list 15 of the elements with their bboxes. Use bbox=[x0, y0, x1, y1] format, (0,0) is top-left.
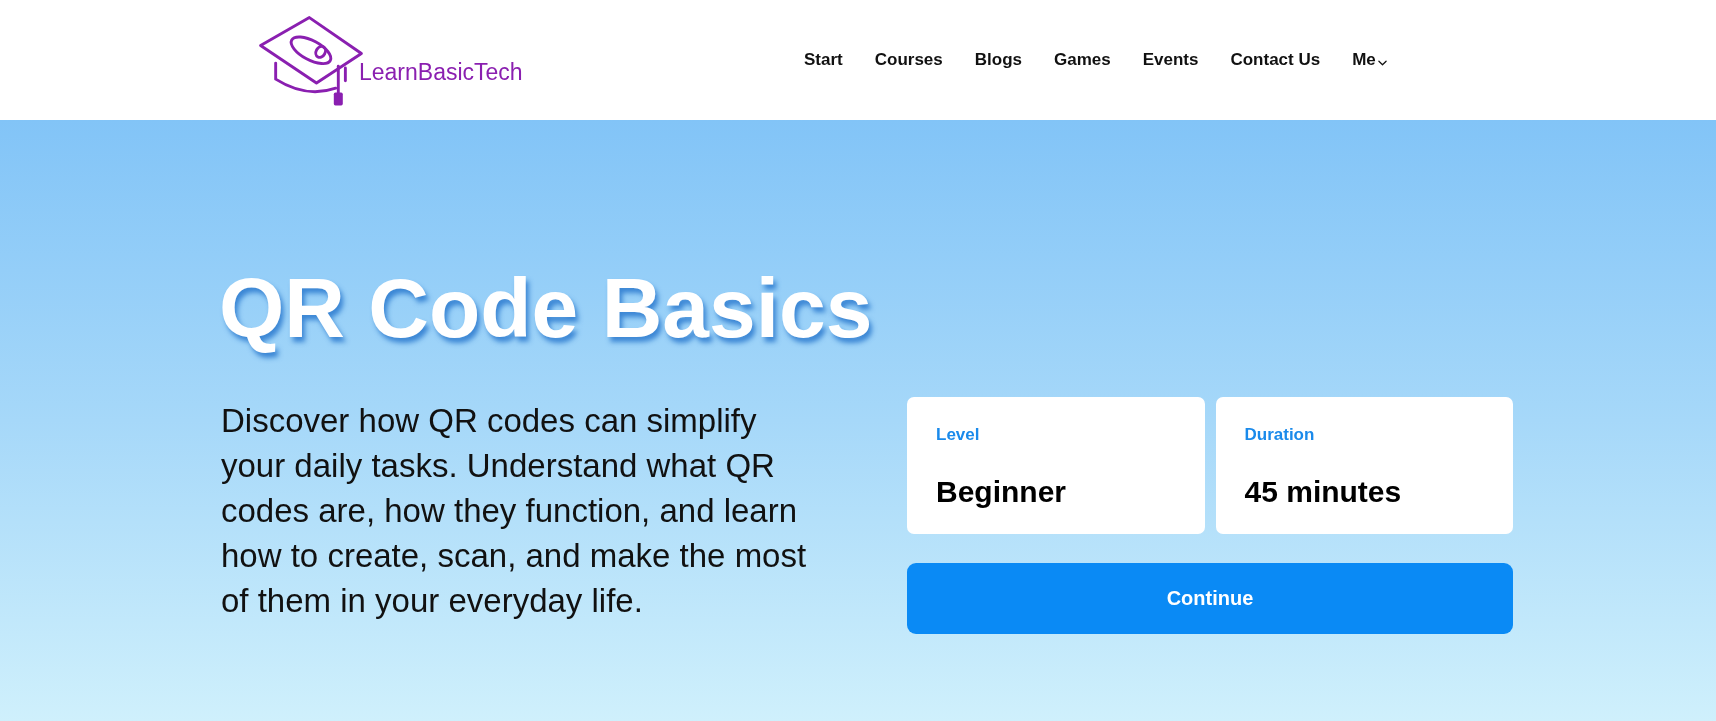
nav-link[interactable]: Games bbox=[1054, 50, 1111, 70]
info-value: 45 minutes bbox=[1244, 474, 1402, 510]
nav-link[interactable]: Contact Us bbox=[1230, 50, 1321, 70]
info-label: Duration bbox=[1244, 424, 1315, 446]
info-value: Beginner bbox=[936, 474, 1067, 510]
info-label: Level bbox=[936, 424, 980, 446]
nav-link[interactable]: Courses bbox=[874, 50, 943, 70]
description-text: Discover how QR codes can simplify your daily tasks. Understand what QR codes are, how they function, and learn how to create, scan, and make the most of them in your everyday life. bbox=[221, 401, 808, 621]
continue-button[interactable]: Continue bbox=[907, 563, 1513, 634]
nav-dropdown[interactable]: Me bbox=[1352, 50, 1387, 70]
nav-link[interactable]: Blogs bbox=[974, 50, 1022, 70]
caret-icon bbox=[1377, 59, 1387, 66]
nav-link[interactable]: Start bbox=[804, 50, 843, 70]
logo-link[interactable]: LearnBasicTech bbox=[258, 15, 523, 108]
nav-link[interactable]: Events bbox=[1142, 50, 1199, 70]
